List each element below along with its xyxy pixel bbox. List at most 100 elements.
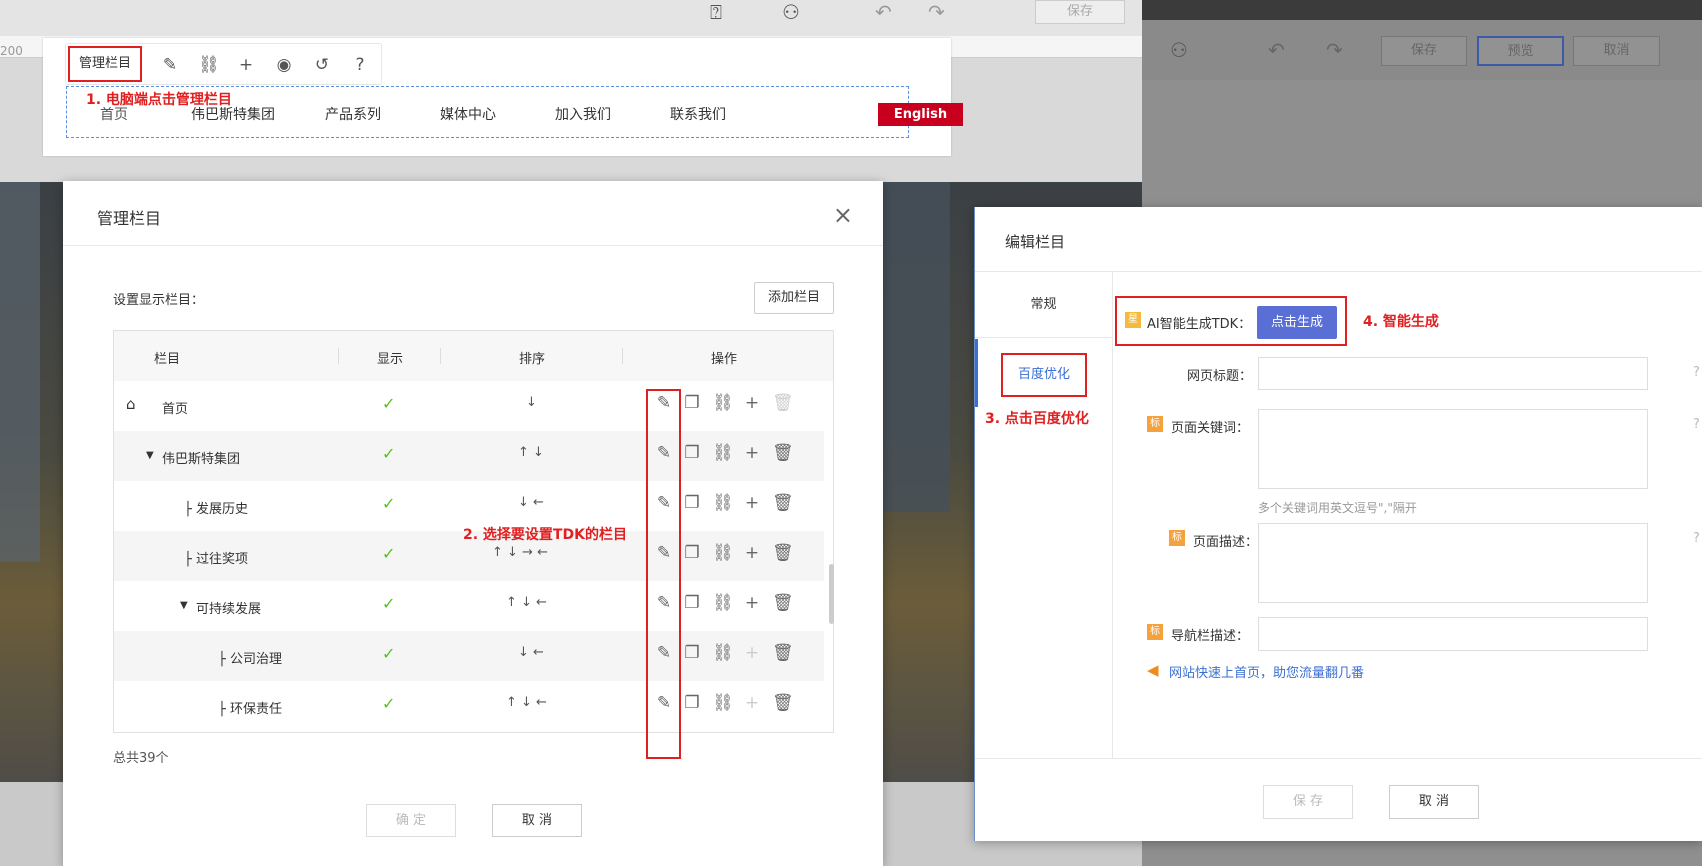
delete-icon[interactable]: 🗑 — [772, 693, 794, 713]
promo-tip-link[interactable]: 网站快速上首页，助您流量翻几番 — [1169, 662, 1364, 681]
link-icon[interactable]: ⛓ — [198, 55, 220, 75]
undo-icon[interactable]: ↶ — [875, 0, 892, 24]
confirm-button[interactable]: 确 定 — [366, 804, 456, 837]
help-icon[interactable]: ? — [1693, 365, 1700, 380]
copy-icon[interactable]: ❐ — [682, 693, 702, 713]
table-row[interactable]: ⌂ 首页 ✓ ↓ ✎ ❐ ⛓ + 🗑 — [114, 381, 824, 431]
table-row[interactable]: ▼ 伟巴斯特集团 ✓ ↑ ↓ ✎ ❐ ⛓ + 🗑 — [114, 431, 824, 481]
add-icon[interactable]: + — [236, 55, 256, 75]
add-icon[interactable]: + — [742, 443, 762, 463]
right-panel-topbar — [1142, 0, 1702, 20]
check-icon[interactable]: ✓ — [382, 444, 395, 463]
link-icon[interactable]: ⛓ — [712, 593, 734, 613]
manage-columns-button[interactable]: 管理栏目 — [68, 46, 142, 82]
ai-generate-button[interactable]: 点击生成 — [1257, 306, 1337, 339]
row-name: ├ 环保责任 — [218, 702, 282, 717]
table-row[interactable]: ├ 环保责任 ✓ ↑ ↓ ← ✎ ❐ ⛓ + 🗑 — [114, 681, 824, 731]
caret-down-icon[interactable]: ▼ — [180, 600, 188, 611]
user-icon[interactable]: ⚇ — [1170, 38, 1188, 62]
copy-icon[interactable]: ❐ — [682, 393, 702, 413]
panel-save-button[interactable]: 保存 — [1381, 36, 1467, 66]
panel-cancel-button[interactable]: 取消 — [1573, 36, 1660, 66]
add-column-button[interactable]: 添加栏目 — [754, 282, 834, 314]
tab-baidu-seo[interactable]: 百度优化 — [1001, 353, 1087, 397]
delete-icon[interactable]: 🗑 — [772, 643, 794, 663]
row-name: 可持续发展 — [196, 602, 262, 617]
nav-item-join[interactable]: 加入我们 — [555, 104, 611, 124]
add-icon[interactable]: + — [742, 543, 762, 563]
sort-arrows[interactable]: ↑ ↓ → ← — [492, 545, 548, 560]
check-icon[interactable]: ✓ — [382, 394, 395, 413]
page-title-input[interactable] — [1258, 357, 1648, 390]
link-icon[interactable]: ⛓ — [712, 393, 734, 413]
link-icon[interactable]: ⛓ — [712, 693, 734, 713]
add-icon[interactable]: + — [742, 593, 762, 613]
description-textarea[interactable] — [1258, 523, 1648, 603]
help-icon[interactable]: ? — [350, 55, 370, 75]
help-icon[interactable]: ? — [1693, 417, 1700, 432]
check-icon[interactable]: ✓ — [382, 694, 395, 713]
redo-icon[interactable]: ↷ — [1326, 38, 1343, 62]
add-icon[interactable]: + — [742, 393, 762, 413]
nav-item-contact[interactable]: 联系我们 — [670, 104, 726, 124]
add-icon[interactable]: + — [742, 493, 762, 513]
divider — [975, 758, 1702, 759]
caret-down-icon[interactable]: ▼ — [146, 450, 154, 461]
tag-icon: 标 — [1147, 624, 1163, 640]
check-icon[interactable]: ✓ — [382, 544, 395, 563]
nav-description-label: 导航栏描述： — [1171, 629, 1250, 644]
delete-icon[interactable]: 🗑 — [772, 493, 794, 513]
edit-style-icon[interactable]: ✎ — [160, 55, 180, 75]
user-icon[interactable]: ⚇ — [782, 0, 800, 24]
delete-icon[interactable]: 🗑 — [772, 593, 794, 613]
redo-icon[interactable]: ↷ — [928, 0, 945, 24]
check-icon[interactable]: ✓ — [382, 494, 395, 513]
sort-arrows[interactable]: ↓ — [526, 395, 537, 410]
sort-arrows[interactable]: ↓ ← — [518, 495, 544, 510]
keywords-textarea[interactable] — [1258, 409, 1648, 489]
check-icon[interactable]: ✓ — [382, 644, 395, 663]
cancel-button[interactable]: 取 消 — [1389, 785, 1479, 819]
english-language-button[interactable]: English — [878, 103, 963, 126]
copy-icon[interactable]: ❐ — [682, 493, 702, 513]
modal-title: 管理栏目 — [97, 209, 162, 228]
sort-arrows[interactable]: ↓ ← — [518, 645, 544, 660]
nav-item-products[interactable]: 产品系列 — [325, 104, 381, 124]
tab-general[interactable]: 常规 — [975, 272, 1112, 338]
add-icon: + — [744, 693, 760, 713]
delete-icon[interactable]: 🗑 — [772, 543, 794, 563]
table-header: 栏目 显示 排序 操作 — [114, 331, 833, 381]
reset-icon[interactable]: ↺ — [312, 55, 332, 75]
toolbar-save-button[interactable]: 保存 — [1035, 0, 1125, 24]
delete-icon[interactable]: 🗑 — [772, 443, 794, 463]
copy-icon[interactable]: ❐ — [682, 593, 702, 613]
help-icon[interactable]: ⍰ — [710, 0, 722, 24]
sort-arrows[interactable]: ↑ ↓ ← — [506, 595, 547, 610]
copy-icon[interactable]: ❐ — [682, 543, 702, 563]
undo-icon[interactable]: ↶ — [1268, 38, 1285, 62]
nav-item-media[interactable]: 媒体中心 — [440, 104, 496, 124]
copy-icon[interactable]: ❐ — [682, 443, 702, 463]
link-icon[interactable]: ⛓ — [712, 493, 734, 513]
link-icon[interactable]: ⛓ — [712, 643, 734, 663]
close-icon[interactable]: × — [833, 201, 853, 229]
save-button[interactable]: 保 存 — [1263, 785, 1353, 819]
star-icon: 星 — [1125, 312, 1141, 328]
keywords-help-text: 多个关键词用英文逗号","隔开 — [1258, 501, 1417, 515]
check-icon[interactable]: ✓ — [382, 594, 395, 613]
link-icon[interactable]: ⛓ — [712, 443, 734, 463]
sort-arrows[interactable]: ↑ ↓ ← — [506, 695, 547, 710]
edit-tabs-sidebar: 常规 百度优化 — [975, 272, 1113, 758]
nav-description-input[interactable] — [1258, 617, 1648, 651]
panel-preview-button[interactable]: 预览 — [1477, 36, 1564, 66]
help-icon[interactable]: ? — [1693, 531, 1700, 546]
copy-icon[interactable]: ❐ — [682, 643, 702, 663]
link-icon[interactable]: ⛓ — [712, 543, 734, 563]
sort-arrows[interactable]: ↑ ↓ — [518, 445, 544, 460]
eye-icon[interactable]: ◉ — [274, 55, 294, 75]
table-row[interactable]: ▼ 可持续发展 ✓ ↑ ↓ ← ✎ ❐ ⛓ + 🗑 — [114, 581, 824, 631]
table-row[interactable]: ├ 公司治理 ✓ ↓ ← ✎ ❐ ⛓ + 🗑 — [114, 631, 824, 681]
table-scrollbar[interactable] — [829, 564, 834, 624]
ai-generate-label: AI智能生成TDK： — [1147, 317, 1252, 332]
cancel-button[interactable]: 取 消 — [492, 804, 582, 837]
